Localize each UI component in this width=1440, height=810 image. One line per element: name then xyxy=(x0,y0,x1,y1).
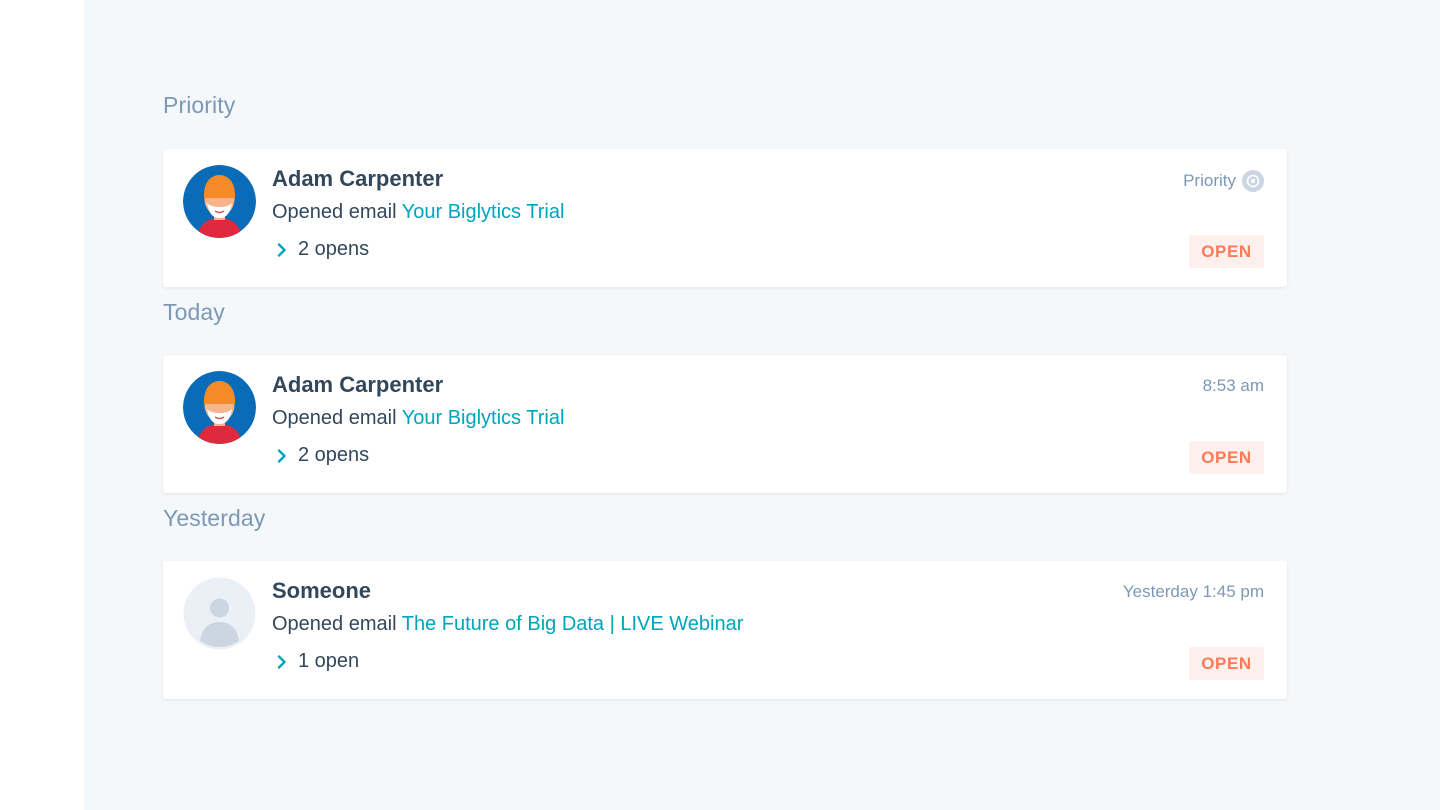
section-title-today: Today xyxy=(163,299,225,325)
opens-toggle[interactable]: 2 opens xyxy=(274,444,369,467)
activity-description: Opened email The Future of Big Data | LI… xyxy=(272,613,743,636)
opens-toggle[interactable]: 2 opens xyxy=(274,238,369,261)
person-avatar-icon[interactable] xyxy=(183,165,256,238)
priority-info-icon[interactable] xyxy=(1242,170,1264,192)
chevron-right-icon xyxy=(277,448,286,463)
email-subject-link[interactable]: Your Biglytics Trial xyxy=(402,407,565,429)
person-avatar-icon[interactable] xyxy=(183,371,256,444)
timestamp-text: Yesterday 1:45 pm xyxy=(1122,582,1264,601)
contact-name[interactable]: Someone xyxy=(272,578,371,604)
left-panel xyxy=(0,0,84,810)
timestamp-text: Priority xyxy=(1183,171,1236,190)
activity-prefix: Opened email xyxy=(272,613,397,635)
chevron-right-icon xyxy=(277,242,286,257)
activity-prefix: Opened email xyxy=(272,407,397,429)
default-user-icon[interactable] xyxy=(183,577,256,650)
status-badge: OPEN xyxy=(1189,647,1264,680)
email-subject-link[interactable]: Your Biglytics Trial xyxy=(402,201,565,223)
priority-label: Priority xyxy=(1183,170,1264,192)
activity-card[interactable]: Someone Opened email The Future of Big D… xyxy=(163,561,1287,699)
activity-prefix: Opened email xyxy=(272,201,397,223)
opens-count: 2 opens xyxy=(298,238,370,260)
email-subject-link[interactable]: The Future of Big Data | LIVE Webinar xyxy=(402,613,744,635)
chevron-right-icon xyxy=(277,654,286,669)
status-badge: OPEN xyxy=(1189,235,1264,268)
contact-name[interactable]: Adam Carpenter xyxy=(272,372,443,398)
contact-name[interactable]: Adam Carpenter xyxy=(272,166,443,192)
section-title-yesterday: Yesterday xyxy=(163,505,266,531)
activity-card[interactable]: Adam Carpenter Opened email Your Biglyti… xyxy=(163,149,1287,287)
opens-count: 1 open xyxy=(298,650,360,672)
status-badge: OPEN xyxy=(1189,441,1264,474)
section-title-priority: Priority xyxy=(163,92,236,118)
timestamp: Yesterday 1:45 pm xyxy=(1123,582,1264,602)
timestamp-text: 8:53 am xyxy=(1202,376,1264,395)
opens-toggle[interactable]: 1 open xyxy=(274,650,359,673)
timestamp: 8:53 am xyxy=(1203,376,1264,396)
activity-description: Opened email Your Biglytics Trial xyxy=(272,201,564,224)
activity-card[interactable]: Adam Carpenter Opened email Your Biglyti… xyxy=(163,355,1287,493)
activity-feed-page: Priority Adam Carpenter Opened email You… xyxy=(0,0,1440,810)
activity-description: Opened email Your Biglytics Trial xyxy=(272,407,564,430)
opens-count: 2 opens xyxy=(298,444,370,466)
